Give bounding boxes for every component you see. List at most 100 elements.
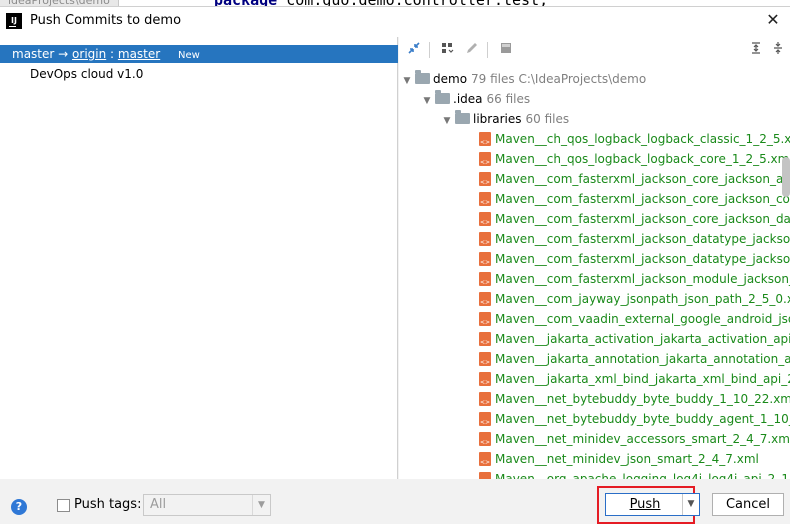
- file-item[interactable]: Maven__org_apache_logging_log4j_log4j_ap…: [479, 469, 790, 479]
- file-name: Maven__com_fasterxml_jackson_core_jackso…: [495, 192, 790, 206]
- branches-pane: master → origin : master New DevOps clou…: [0, 37, 398, 479]
- xml-file-icon: [479, 332, 491, 346]
- xml-file-icon: [479, 172, 491, 186]
- tree-node-idea[interactable]: ▼ .idea 66 files: [421, 89, 530, 109]
- file-item[interactable]: Maven__com_fasterxml_jackson_module_jack…: [479, 269, 790, 289]
- xml-file-icon: [479, 312, 491, 326]
- arrow-right-icon: →: [58, 47, 69, 61]
- file-item[interactable]: Maven__com_vaadin_external_google_androi…: [479, 309, 790, 329]
- local-branch-label: master: [12, 47, 55, 61]
- changes-pane: ▼ demo 79 files C:\IdeaProjects\demo ▼ .ide…: [399, 37, 790, 479]
- tree-node-label: demo: [433, 72, 468, 86]
- file-item[interactable]: Maven__net_bytebuddy_byte_buddy_agent_1_…: [479, 409, 790, 429]
- file-name: Maven__com_fasterxml_jackson_module_jack…: [495, 272, 790, 286]
- commit-item[interactable]: DevOps cloud v1.0: [30, 65, 143, 83]
- file-name: Maven__jakarta_activation_jakarta_activa…: [495, 332, 790, 346]
- chevron-down-icon: ▼: [252, 495, 270, 515]
- xml-file-icon: [479, 272, 491, 286]
- collapse-all-icon[interactable]: [769, 41, 787, 59]
- folder-icon: [455, 110, 470, 124]
- branch-separator: :: [106, 47, 118, 61]
- xml-file-icon: [479, 232, 491, 246]
- file-item[interactable]: Maven__jakarta_activation_jakarta_activa…: [479, 329, 790, 349]
- intellij-logo-icon: IJ: [6, 13, 22, 29]
- file-item[interactable]: Maven__ch_qos_logback_logback_core_1_2_5…: [479, 149, 790, 169]
- tags-dropdown-value: All: [150, 497, 167, 512]
- chevron-down-icon[interactable]: ▼: [441, 111, 453, 131]
- file-item[interactable]: Maven__com_fasterxml_jackson_datatype_ja…: [479, 249, 790, 269]
- tree-node-meta: 79 files C:\IdeaProjects\demo: [471, 72, 647, 86]
- branch-row-master[interactable]: master → origin : master New: [0, 45, 398, 63]
- tags-dropdown[interactable]: All ▼: [143, 494, 271, 516]
- expand-all-icon[interactable]: [747, 41, 765, 59]
- chevron-down-icon[interactable]: ▼: [401, 71, 413, 91]
- file-name: Maven__ch_qos_logback_logback_classic_1_…: [495, 132, 790, 146]
- target-branch-link[interactable]: master: [118, 47, 160, 61]
- file-item[interactable]: Maven__com_fasterxml_jackson_core_jackso…: [479, 189, 790, 209]
- file-item[interactable]: Maven__net_minidev_accessors_smart_2_4_7…: [479, 429, 790, 449]
- tree-node-demo[interactable]: ▼ demo 79 files C:\IdeaProjects\demo: [401, 69, 646, 89]
- xml-file-icon: [479, 392, 491, 406]
- file-item[interactable]: Maven__jakarta_annotation_jakarta_annota…: [479, 349, 790, 369]
- tree-node-meta: 60 files: [525, 112, 570, 126]
- dialog-titlebar: IJ Push Commits to demo ✕: [0, 7, 790, 37]
- file-name: Maven__ch_qos_logback_logback_core_1_2_5…: [495, 152, 790, 166]
- file-name: Maven__net_minidev_accessors_smart_2_4_7…: [495, 432, 790, 446]
- xml-file-icon: [479, 292, 491, 306]
- xml-file-icon: [479, 192, 491, 206]
- file-name: Maven__com_fasterxml_jackson_core_jackso…: [495, 212, 790, 226]
- edit-icon[interactable]: [463, 41, 481, 59]
- xml-file-icon: [479, 352, 491, 366]
- xml-file-icon: [479, 132, 491, 146]
- push-tags-checkbox[interactable]: [57, 499, 70, 512]
- push-button-label: Push: [629, 497, 661, 512]
- file-name: Maven__com_vaadin_external_google_androi…: [495, 312, 790, 326]
- module-folder-icon: [415, 70, 430, 84]
- file-name: Maven__com_fasterxml_jackson_datatype_ja…: [495, 252, 790, 266]
- file-name: Maven__net_minidev_json_smart_2_4_7.xml: [495, 452, 759, 466]
- help-icon[interactable]: ?: [11, 499, 27, 515]
- chevron-down-icon[interactable]: ▼: [682, 494, 699, 515]
- remote-link[interactable]: origin: [72, 47, 106, 61]
- xml-file-icon: [479, 372, 491, 386]
- close-button[interactable]: ✕: [764, 11, 782, 29]
- file-name: Maven__org_apache_logging_log4j_log4j_ap…: [495, 472, 790, 479]
- dialog-title: Push Commits to demo: [30, 13, 182, 28]
- file-item[interactable]: Maven__net_bytebuddy_byte_buddy_1_10_22.…: [479, 389, 790, 409]
- file-item[interactable]: Maven__net_minidev_json_smart_2_4_7.xml: [479, 449, 759, 469]
- file-name: Maven__jakarta_xml_bind_jakarta_xml_bind…: [495, 372, 790, 386]
- expand-icon[interactable]: [405, 41, 423, 59]
- tree-node-label: libraries: [473, 112, 522, 126]
- xml-file-icon: [479, 432, 491, 446]
- xml-file-icon: [479, 212, 491, 226]
- tree-node-libraries[interactable]: ▼ libraries 60 files: [441, 109, 569, 129]
- new-badge: New: [178, 50, 200, 61]
- preview-diff-icon[interactable]: [497, 41, 515, 59]
- file-item[interactable]: Maven__jakarta_xml_bind_jakarta_xml_bind…: [479, 369, 790, 389]
- dialog-footer: ? Push tags: All ▼ Push ▼ Cancel: [0, 479, 790, 524]
- folder-icon: [435, 90, 450, 104]
- xml-file-icon: [479, 252, 491, 266]
- xml-file-icon: [479, 472, 491, 479]
- group-by-icon[interactable]: [439, 41, 457, 59]
- file-name: Maven__com_jayway_jsonpath_json_path_2_5…: [495, 292, 790, 306]
- tree-node-label: .idea: [453, 92, 483, 106]
- file-name: Maven__jakarta_annotation_jakarta_annota…: [495, 352, 790, 366]
- push-commits-dialog: IJ Push Commits to demo ✕ master → origi…: [0, 6, 790, 524]
- file-item[interactable]: Maven__com_fasterxml_jackson_core_jackso…: [479, 209, 790, 229]
- file-item[interactable]: Maven__ch_qos_logback_logback_classic_1_…: [479, 129, 790, 149]
- vertical-scrollbar[interactable]: [782, 157, 790, 197]
- toolbar-separator: [487, 42, 488, 58]
- file-item[interactable]: Maven__com_fasterxml_jackson_datatype_ja…: [479, 229, 790, 249]
- push-tags-label: Push tags:: [74, 497, 142, 512]
- file-name: Maven__com_fasterxml_jackson_core_jackso…: [495, 172, 790, 186]
- chevron-down-icon[interactable]: ▼: [421, 91, 433, 111]
- push-button[interactable]: Push ▼: [605, 493, 700, 516]
- file-item[interactable]: Maven__com_fasterxml_jackson_core_jackso…: [479, 169, 790, 189]
- xml-file-icon: [479, 452, 491, 466]
- file-name: Maven__com_fasterxml_jackson_datatype_ja…: [495, 232, 790, 246]
- toolbar-separator: [429, 42, 430, 58]
- cancel-button[interactable]: Cancel: [712, 493, 784, 516]
- file-item[interactable]: Maven__com_jayway_jsonpath_json_path_2_5…: [479, 289, 790, 309]
- tree-node-meta: 66 files: [486, 92, 531, 106]
